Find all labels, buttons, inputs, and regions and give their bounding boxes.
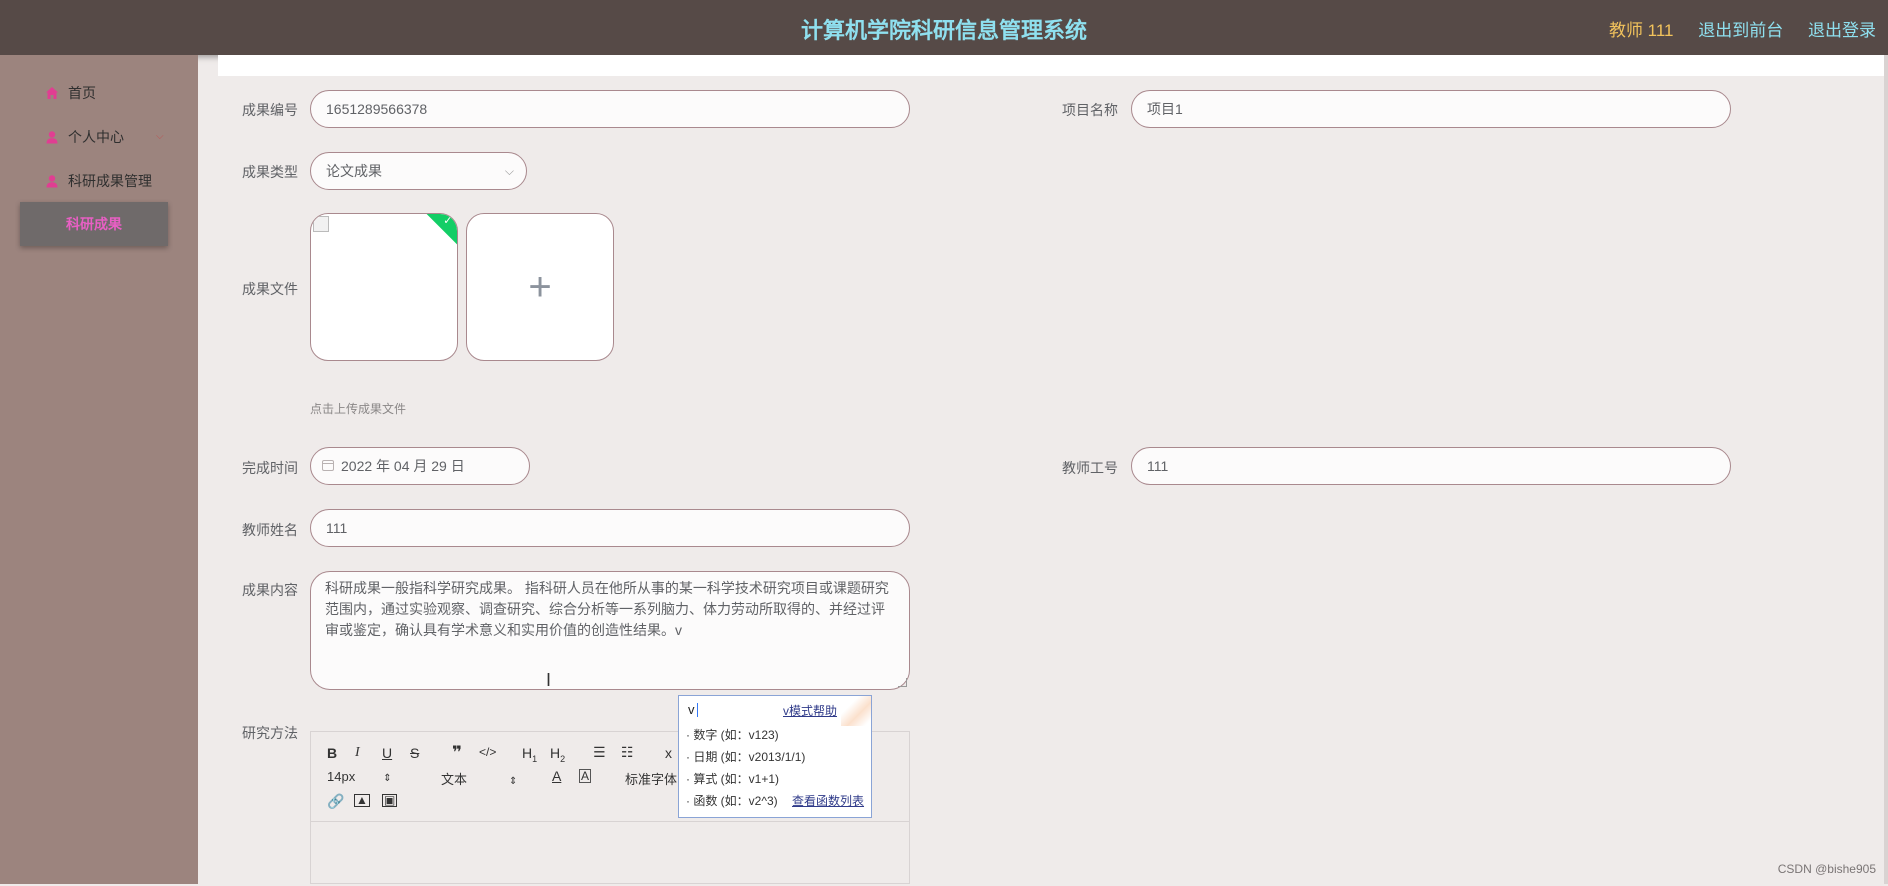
sidebar-item-label: 个人中心 [68,129,124,145]
subscript-icon[interactable]: x [665,745,672,761]
uploaded-file-card[interactable]: ✓ [310,213,458,361]
user-icon [46,175,58,188]
content-label: 成果内容 [242,582,298,598]
sidebar: 首页 个人中心 ⌵ 科研成果管理 科研成果 [0,55,198,884]
editor-content-area[interactable] [311,821,909,886]
finish-time-label: 完成时间 [242,460,298,476]
bullet-list-icon[interactable]: ☷ [621,744,634,761]
current-user: 教师 111 [1608,21,1674,40]
project-name-field[interactable]: 项目1 [1131,90,1731,128]
font-color-icon[interactable]: A [552,768,561,784]
teacher-no-label: 教师工号 [1062,460,1118,476]
ime-decoration [841,696,871,726]
heading1-icon[interactable]: H1 [522,745,537,764]
ime-hint-function: · 函数 (如：v2^3) [686,794,778,808]
link-icon[interactable]: 🔗 [327,793,344,810]
finish-time-value: 2022 年 04 月 29 日 [341,458,465,474]
teacher-name-label: 教师姓名 [242,522,298,538]
back-to-front-link[interactable]: 退出到前台 [1698,21,1783,40]
top-bar: 计算机学院科研信息管理系统 教师 111 退出到前台 退出登录 [0,0,1888,55]
underline-icon[interactable]: U [382,745,392,761]
ordered-list-icon[interactable]: ☰ [593,744,606,761]
chevron-down-icon: ⌵ [504,164,514,178]
sidebar-item-personal-center[interactable]: 个人中心 ⌵ [0,122,198,152]
content-top-strip [218,55,1888,76]
italic-icon[interactable]: I [355,745,360,761]
resize-handle[interactable] [898,678,907,687]
result-type-value: 论文成果 [326,163,382,179]
image-icon[interactable]: ▲ [354,794,370,807]
teacher-name-field[interactable]: 111 [310,509,910,547]
top-right-links: 教师 111 退出到前台 退出登录 [1589,16,1876,41]
ime-caret [697,703,698,717]
plus-icon: + [528,265,552,309]
text-cursor-icon: I [546,670,552,690]
function-list-link[interactable]: 查看函数列表 [792,792,864,809]
broken-image-icon [313,216,329,232]
ime-typed-text: v [688,702,695,717]
result-no-label: 成果编号 [242,102,298,118]
upload-add-button[interactable]: + [466,213,614,361]
v-mode-help-link[interactable]: v模式帮助 [783,702,837,719]
font-size-select[interactable]: 14px ⇕ [327,769,392,784]
user-icon [46,131,58,144]
project-name-label: 项目名称 [1062,102,1118,118]
result-type-select[interactable]: 论文成果 ⌵ [310,152,527,190]
watermark: CSDN @bishe905 [1777,862,1876,876]
chevron-down-icon: ⌵ [156,131,164,142]
finish-time-picker[interactable]: 2022 年 04 月 29 日 [310,447,530,485]
code-icon[interactable]: </> [479,745,496,759]
paragraph-select[interactable]: 文本 ⇕ [441,769,517,788]
blockquote-icon[interactable]: ❞ [452,743,462,763]
sidebar-item-label: 科研成果管理 [68,173,152,189]
ime-hint-date: · 日期 (如：v2013/1/1) [686,750,806,764]
font-size-value: 14px [327,769,356,784]
calendar-icon [322,460,334,471]
check-icon: ✓ [443,214,453,227]
content-text: 科研成果一般指科学研究成果。 指科研人员在他所从事的某一科学技术研究项目或课题研… [325,580,889,638]
strikethrough-icon[interactable]: S [410,745,419,761]
content-textarea[interactable]: 科研成果一般指科学研究成果。 指科研人员在他所从事的某一科学技术研究项目或课题研… [310,571,910,690]
scrollbar[interactable] [1884,55,1888,884]
upload-success-badge: ✓ [426,214,457,247]
updown-icon: ⇕ [383,773,392,784]
logout-link[interactable]: 退出登录 [1808,21,1876,40]
sidebar-item-research-results[interactable]: 科研成果 [20,202,168,246]
paragraph-value: 文本 [441,772,468,787]
sidebar-item-research-management[interactable]: 科研成果管理 [0,166,198,196]
updown-icon: ⇕ [509,776,518,787]
ime-hint-number: · 数字 (如：v123) [686,728,779,742]
home-icon [46,87,58,99]
ime-v-mode-popup: v v模式帮助 · 数字 (如：v123) · 日期 (如：v2013/1/1)… [678,695,872,818]
video-icon[interactable]: ▣ [382,794,398,807]
upload-hint: 点击上传成果文件 [310,402,407,416]
result-type-label: 成果类型 [242,164,298,180]
bold-icon[interactable]: B [327,745,337,761]
ime-hint-formula: · 算式 (如：v1+1) [686,772,780,786]
result-file-label: 成果文件 [242,281,298,297]
background-color-icon[interactable]: A [579,769,592,783]
result-no-field[interactable]: 1651289566378 [310,90,910,128]
sidebar-item-label: 首页 [68,85,96,101]
teacher-no-field[interactable]: 111 [1131,447,1731,485]
font-family-select[interactable]: 标准字体 [625,769,677,788]
method-label: 研究方法 [242,725,298,741]
heading2-icon[interactable]: H2 [550,745,565,764]
sidebar-item-home[interactable]: 首页 [0,78,198,108]
